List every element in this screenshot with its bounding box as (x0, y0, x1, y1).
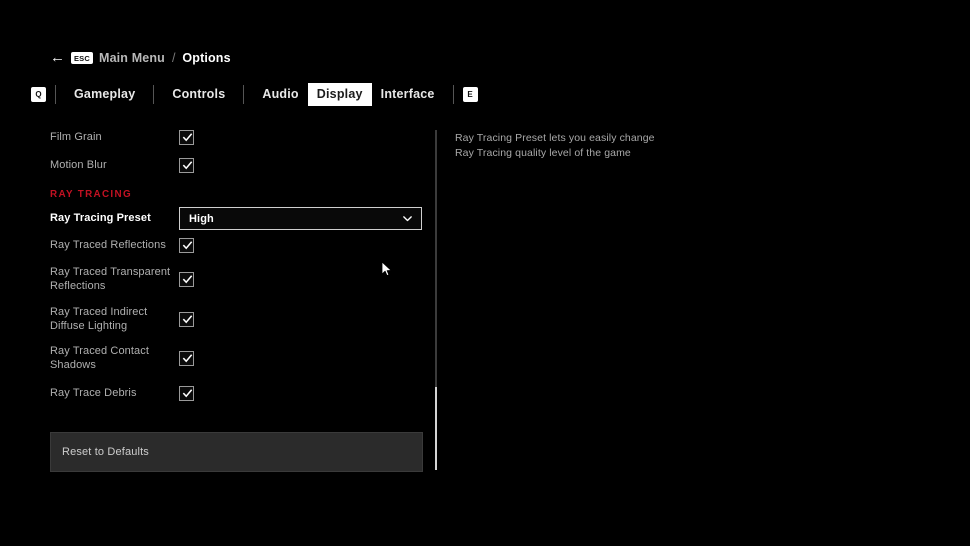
tab-divider (452, 84, 454, 104)
check-icon (182, 241, 193, 250)
dropdown-selected-value: High (189, 212, 214, 225)
tab-gameplay[interactable]: Gameplay (65, 83, 144, 106)
ray-traced-indirect-diffuse-lighting-checkbox[interactable] (179, 312, 194, 328)
breadcrumb-parent-main-menu[interactable]: Main Menu (99, 51, 165, 65)
tab-audio[interactable]: Audio (253, 83, 307, 106)
check-icon (182, 354, 193, 363)
ray-tracing-preset-dropdown[interactable]: High (179, 207, 422, 230)
tab-divider (153, 84, 155, 104)
esc-key-badge: ESC (71, 52, 93, 64)
setting-label: Ray Traced Reflections (50, 238, 166, 251)
setting-label: Motion Blur (50, 158, 107, 171)
ray-traced-reflections-checkbox[interactable] (179, 238, 194, 253)
check-icon (182, 315, 193, 324)
setting-label: Ray Traced Transparent Reflections (50, 266, 171, 292)
chevron-down-icon (403, 216, 412, 222)
breadcrumb: ← ESC Main Menu / Options (50, 48, 231, 68)
setting-row-motion-blur[interactable]: Motion Blur (50, 158, 424, 173)
reset-to-defaults-label: Reset to Defaults (62, 446, 149, 458)
ray-traced-transparent-reflections-checkbox[interactable] (179, 272, 194, 288)
setting-row-ray-traced-reflections[interactable]: Ray Traced Reflections (50, 238, 424, 253)
description-line: Ray Tracing Preset lets you easily chang… (455, 132, 655, 144)
setting-row-ray-traced-transparent-reflections[interactable]: Ray Traced Transparent Reflections (50, 266, 424, 293)
setting-label: Ray Trace Debris (50, 386, 137, 399)
tab-display[interactable]: Display (307, 82, 372, 106)
q-key-badge[interactable]: Q (31, 86, 46, 102)
setting-label: Ray Tracing Preset (50, 211, 151, 224)
film-grain-checkbox[interactable] (179, 130, 194, 145)
options-tab-bar: Q Gameplay Controls Audio Display Interf… (31, 82, 478, 106)
ray-traced-contact-shadows-checkbox[interactable] (179, 351, 194, 367)
description-line: Ray Tracing quality level of the game (455, 147, 631, 159)
breadcrumb-current-options: Options (182, 51, 231, 65)
setting-description-panel: Ray Tracing Preset lets you easily chang… (455, 131, 775, 161)
setting-row-ray-traced-contact-shadows[interactable]: Ray Traced Contact Shadows (50, 345, 424, 372)
ray-trace-debris-checkbox[interactable] (179, 386, 194, 401)
motion-blur-checkbox[interactable] (179, 158, 194, 173)
tab-divider (243, 84, 245, 104)
section-header-ray-tracing: RAY TRACING (50, 188, 132, 200)
game-options-screen: ← ESC Main Menu / Options Q Gameplay Con… (0, 0, 970, 546)
setting-row-ray-trace-debris[interactable]: Ray Trace Debris (50, 386, 424, 401)
setting-label: Film Grain (50, 130, 102, 143)
setting-row-ray-tracing-preset[interactable]: Ray Tracing Preset High (50, 207, 424, 230)
setting-label: Ray Traced Contact Shadows (50, 345, 150, 371)
tab-interface[interactable]: Interface (372, 83, 444, 106)
settings-scrollbar-thumb[interactable] (435, 387, 437, 470)
setting-row-film-grain[interactable]: Film Grain (50, 130, 424, 145)
tab-controls[interactable]: Controls (163, 83, 234, 106)
reset-to-defaults-button[interactable]: Reset to Defaults (50, 432, 423, 472)
tab-divider (55, 84, 56, 104)
setting-row-ray-traced-indirect-diffuse-lighting[interactable]: Ray Traced Indirect Diffuse Lighting (50, 306, 424, 333)
setting-label: Ray Traced Indirect Diffuse Lighting (50, 306, 148, 332)
check-icon (182, 161, 193, 170)
breadcrumb-separator: / (171, 51, 176, 65)
check-icon (182, 389, 193, 398)
e-key-badge[interactable]: E (462, 86, 478, 102)
check-icon (182, 133, 193, 142)
settings-list: Film Grain Motion Blur RAY TRACING Ray T… (50, 124, 424, 478)
left-arrow-icon[interactable]: ← (50, 50, 65, 65)
check-icon (182, 275, 193, 284)
